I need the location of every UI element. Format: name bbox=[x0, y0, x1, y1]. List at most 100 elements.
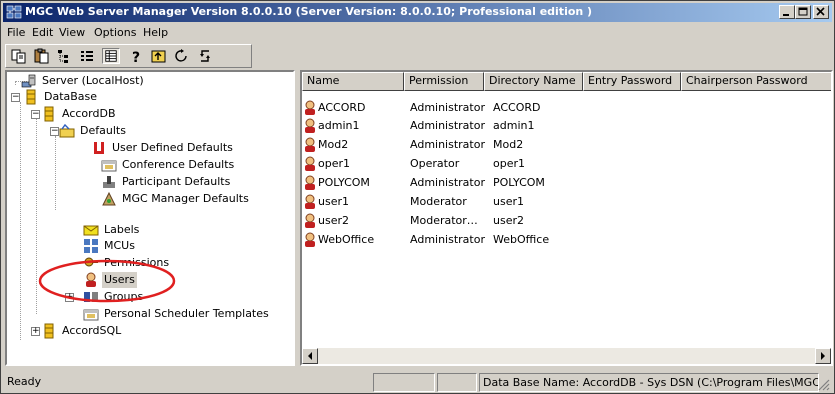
column-header-chairperson-password[interactable]: Chairperson Password bbox=[681, 72, 831, 91]
groups-icon bbox=[84, 292, 98, 302]
menu-bar: File Edit View Options Help bbox=[3, 23, 832, 42]
copy-icon[interactable] bbox=[10, 48, 28, 64]
up-folder-icon[interactable] bbox=[150, 48, 168, 64]
list-header: Name Permission Directory Name Entry Pas… bbox=[302, 72, 831, 91]
help-icon[interactable]: ? bbox=[127, 48, 145, 64]
list-row[interactable]: WebOffice Administrator WebOffice bbox=[302, 232, 831, 248]
status-panel-empty bbox=[437, 373, 477, 392]
tree-item-accorddb[interactable]: AccordDB bbox=[41, 106, 118, 123]
paste-icon[interactable] bbox=[33, 48, 51, 64]
database-icon bbox=[26, 89, 36, 105]
mgc-manager-icon bbox=[102, 191, 116, 206]
expand-toggle[interactable]: + bbox=[31, 327, 40, 336]
tree-item-participant-defaults[interactable]: Participant Defaults bbox=[101, 174, 232, 191]
scroll-left-button[interactable] bbox=[302, 348, 318, 364]
title-bar[interactable]: MGC Web Server Manager Version 8.0.0.10 … bbox=[3, 3, 832, 22]
tree-label: AccordDB bbox=[62, 107, 116, 120]
user-directory: user1 bbox=[493, 195, 524, 208]
menu-view[interactable]: View bbox=[59, 26, 85, 39]
horizontal-scrollbar[interactable] bbox=[302, 348, 831, 364]
collapse-toggle[interactable]: − bbox=[11, 93, 20, 102]
menu-options[interactable]: Options bbox=[94, 26, 136, 39]
expand-toggle[interactable]: + bbox=[65, 293, 74, 302]
tree-label: Groups bbox=[104, 290, 144, 303]
defaults-icon bbox=[59, 123, 75, 138]
tree-item-conference-defaults[interactable]: Conference Defaults bbox=[101, 157, 236, 174]
tree-item-user-defined-defaults[interactable]: User Defined Defaults bbox=[91, 140, 235, 157]
tree-item-permissions[interactable]: Permissions bbox=[83, 255, 171, 272]
user-permission: Operator bbox=[410, 157, 460, 170]
minimize-button[interactable] bbox=[779, 5, 795, 19]
permissions-icon bbox=[84, 257, 98, 267]
user-permission: Moderator bbox=[410, 195, 467, 208]
column-header-permission[interactable]: Permission bbox=[404, 72, 484, 91]
tree-item-server[interactable]: Server (LocalHost) bbox=[21, 73, 146, 90]
user-icon bbox=[305, 156, 315, 171]
collapse-toggle[interactable]: − bbox=[31, 110, 40, 119]
tree-view-icon[interactable] bbox=[56, 48, 74, 64]
close-button[interactable] bbox=[813, 5, 829, 19]
tree-pane[interactable]: Server (LocalHost) − DataBase − AccordDB… bbox=[5, 70, 295, 366]
list-row[interactable]: oper1 Operator oper1 bbox=[302, 156, 831, 172]
user-directory: user2 bbox=[493, 214, 524, 227]
list-row[interactable]: Mod2 Administrator Mod2 bbox=[302, 137, 831, 153]
tree-label: MGC Manager Defaults bbox=[122, 192, 249, 205]
menu-edit[interactable]: Edit bbox=[32, 26, 53, 39]
tree-label: DataBase bbox=[44, 90, 98, 103]
toolbar: ? bbox=[5, 44, 252, 68]
tree-label: Participant Defaults bbox=[122, 175, 231, 188]
list-row[interactable]: POLYCOM Administrator POLYCOM bbox=[302, 175, 831, 191]
tree-item-personal-scheduler-templates[interactable]: Personal Scheduler Templates bbox=[83, 306, 271, 323]
tree-item-labels[interactable]: Labels bbox=[83, 222, 141, 239]
user-permission: Administrator bbox=[410, 138, 485, 151]
list-row[interactable]: admin1 Administrator admin1 bbox=[302, 118, 831, 134]
resize-grip-icon[interactable] bbox=[818, 379, 830, 391]
tree-item-database[interactable]: DataBase bbox=[23, 89, 99, 106]
maximize-icon bbox=[798, 7, 808, 16]
user-directory: oper1 bbox=[493, 157, 526, 170]
tree-line bbox=[55, 136, 56, 210]
tree-item-mgc-manager-defaults[interactable]: MGC Manager Defaults bbox=[101, 191, 251, 208]
scroll-right-button[interactable] bbox=[815, 348, 831, 364]
user-directory: WebOffice bbox=[493, 233, 550, 246]
tree-item-defaults[interactable]: Defaults bbox=[59, 123, 128, 140]
tree-item-users[interactable]: Users bbox=[83, 272, 137, 289]
menu-file[interactable]: File bbox=[7, 26, 25, 39]
user-permission: Administrator bbox=[410, 233, 485, 246]
list-row[interactable]: user1 Moderator user1 bbox=[302, 194, 831, 210]
column-header-name[interactable]: Name bbox=[302, 72, 404, 91]
status-bar: Ready Data Base Name: AccordDB - Sys DSN… bbox=[3, 371, 832, 393]
column-header-entry-password[interactable]: Entry Password bbox=[583, 72, 681, 91]
user-permission: Administrator bbox=[410, 176, 485, 189]
collapse-toggle[interactable]: − bbox=[50, 127, 59, 136]
user-name: Mod2 bbox=[318, 138, 349, 151]
menu-help[interactable]: Help bbox=[143, 26, 168, 39]
tree-item-mcus[interactable]: MCUs bbox=[83, 238, 137, 255]
user-directory: Mod2 bbox=[493, 138, 524, 151]
user-name: WebOffice bbox=[318, 233, 375, 246]
tree-label: Server (LocalHost) bbox=[42, 74, 144, 87]
users-list-pane[interactable]: Name Permission Directory Name Entry Pas… bbox=[300, 70, 833, 366]
user-permission: Administrator bbox=[410, 119, 485, 132]
details-view-icon[interactable] bbox=[102, 48, 120, 64]
maximize-button[interactable] bbox=[795, 5, 811, 19]
user-directory: ACCORD bbox=[493, 101, 541, 114]
refresh-icon[interactable] bbox=[173, 48, 191, 64]
tree-item-groups[interactable]: Groups bbox=[83, 289, 145, 306]
tree-item-accordsql[interactable]: AccordSQL bbox=[41, 323, 123, 340]
labels-icon bbox=[83, 225, 99, 236]
list-view-icon[interactable] bbox=[79, 48, 97, 64]
tree-label: Personal Scheduler Templates bbox=[104, 307, 269, 320]
app-icon bbox=[6, 5, 22, 19]
status-ready: Ready bbox=[7, 375, 42, 388]
scheduler-templates-icon bbox=[83, 309, 99, 321]
sync-icon[interactable] bbox=[196, 48, 214, 64]
user-permission: Administrator bbox=[410, 101, 485, 114]
mcus-icon bbox=[84, 239, 98, 253]
tree-label: User Defined Defaults bbox=[112, 141, 233, 154]
list-row[interactable]: user2 Moderator… user2 bbox=[302, 213, 831, 229]
column-header-directory-name[interactable]: Directory Name bbox=[484, 72, 583, 91]
list-row[interactable]: ACCORD Administrator ACCORD bbox=[302, 100, 831, 116]
user-defined-defaults-icon bbox=[94, 142, 104, 154]
user-name: oper1 bbox=[318, 157, 351, 170]
